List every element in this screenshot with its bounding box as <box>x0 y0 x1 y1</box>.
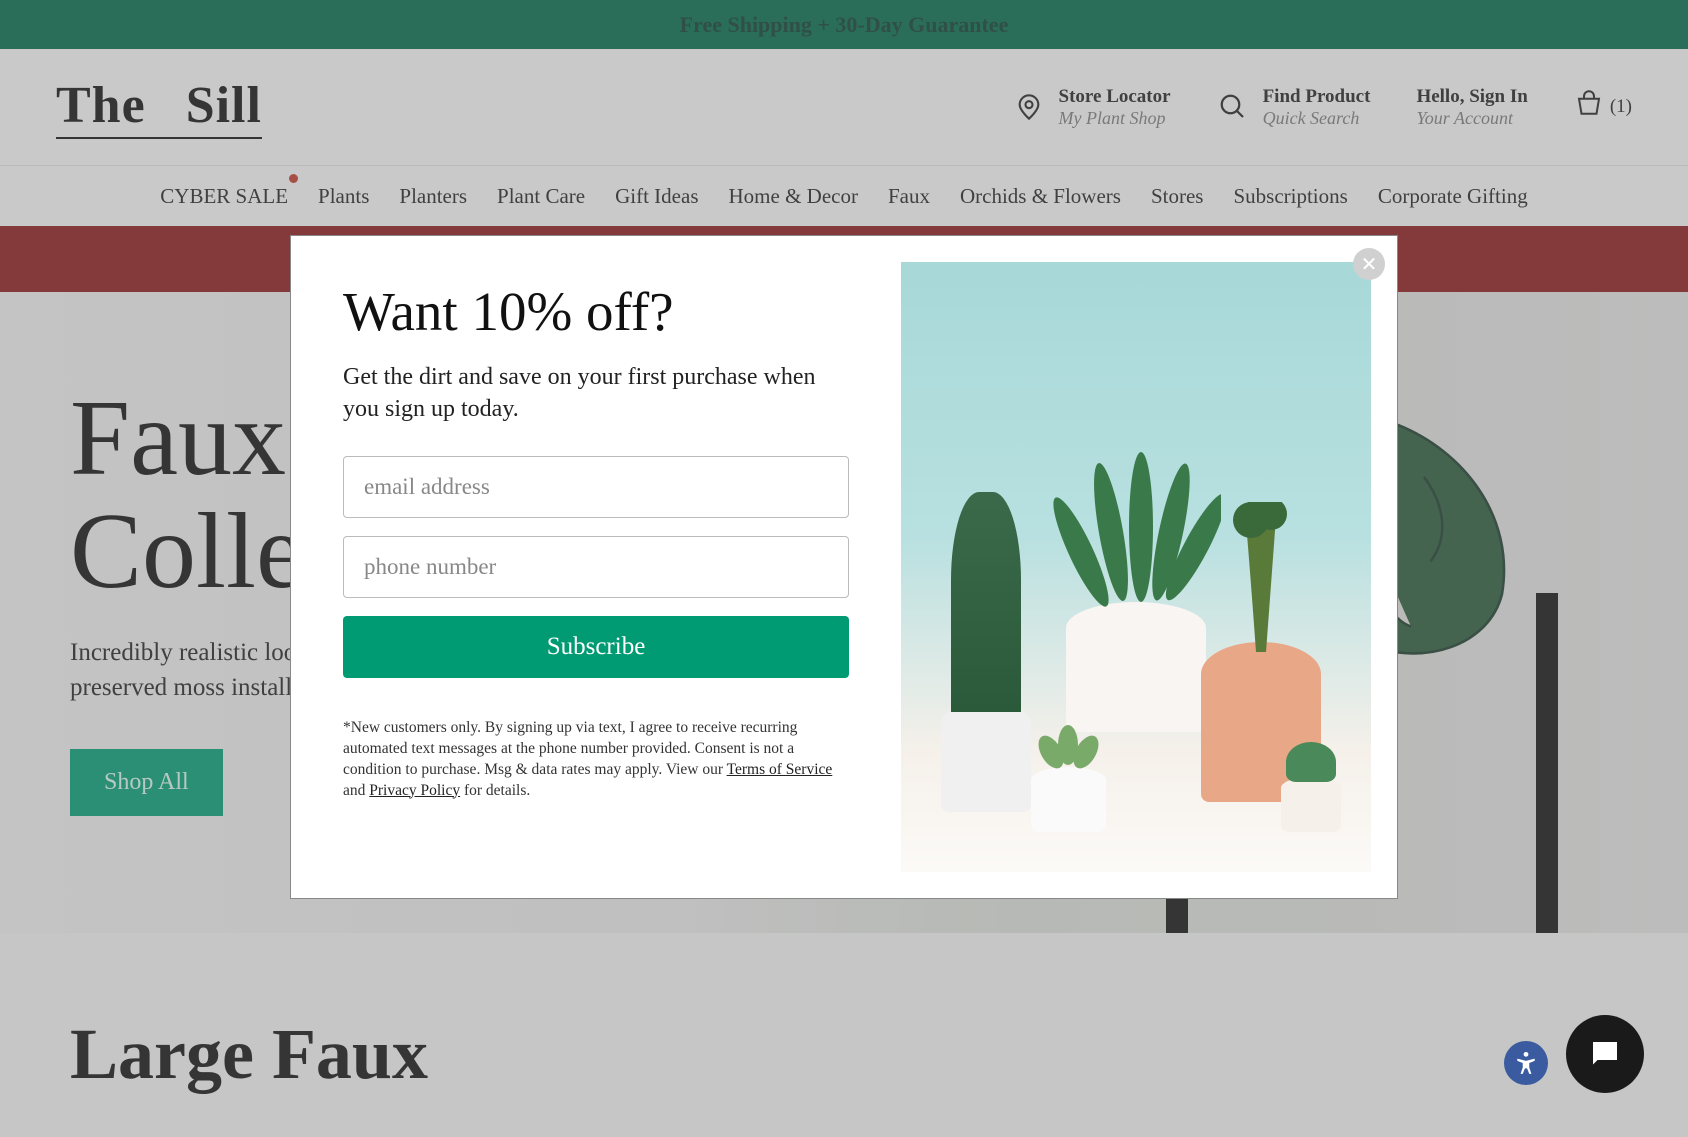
accessibility-button[interactable] <box>1504 1041 1548 1085</box>
close-modal-button[interactable]: ✕ <box>1353 248 1385 280</box>
modal-title: Want 10% off? <box>343 280 849 343</box>
privacy-link[interactable]: Privacy Policy <box>369 782 460 799</box>
modal-image-wrap <box>901 236 1397 898</box>
plants-promo-image <box>901 262 1371 872</box>
accessibility-icon <box>1513 1050 1539 1076</box>
disclaimer-text: *New customers only. By signing up via t… <box>343 718 849 802</box>
subscribe-button[interactable]: Subscribe <box>343 616 849 678</box>
phone-input[interactable] <box>343 536 849 598</box>
modal-content: Want 10% off? Get the dirt and save on y… <box>291 236 901 898</box>
terms-link[interactable]: Terms of Service <box>727 761 833 778</box>
close-icon: ✕ <box>1361 252 1378 277</box>
newsletter-modal: ✕ Want 10% off? Get the dirt and save on… <box>290 235 1398 899</box>
email-input[interactable] <box>343 456 849 518</box>
chat-widget-button[interactable] <box>1566 1015 1644 1093</box>
chat-icon <box>1587 1036 1623 1072</box>
modal-subtitle: Get the dirt and save on your first purc… <box>343 361 849 426</box>
